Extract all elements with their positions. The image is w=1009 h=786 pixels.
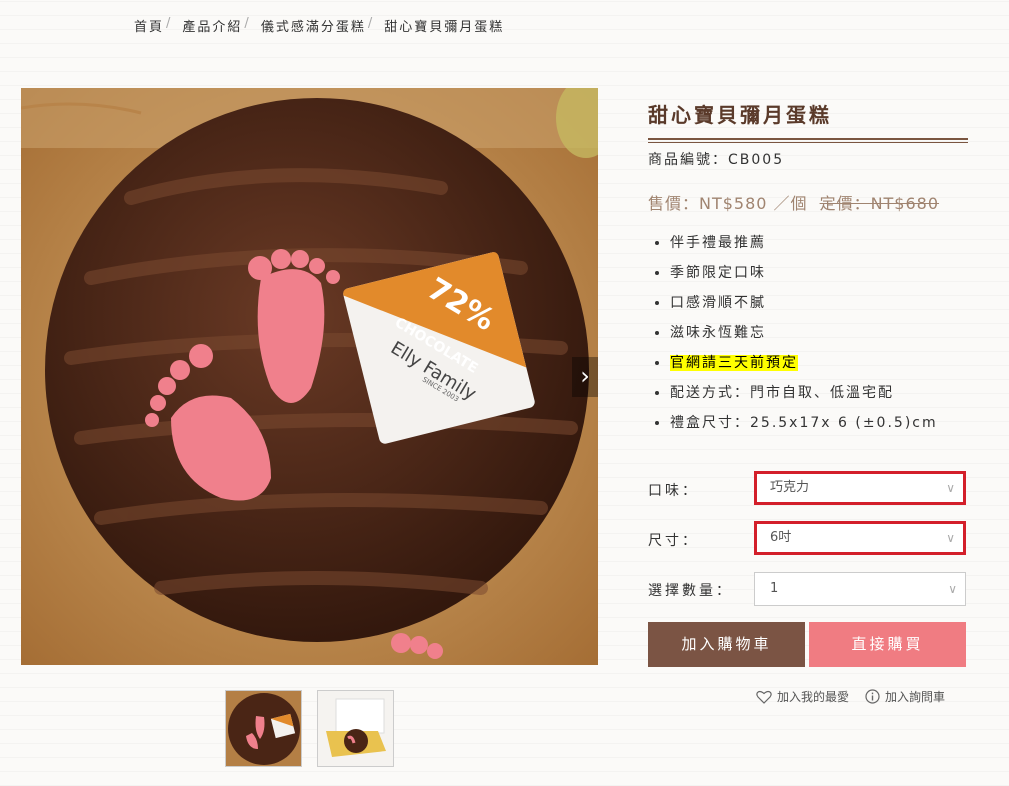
- feature-text: 伴手禮最推薦: [670, 235, 766, 251]
- add-favorite-link[interactable]: 加入我的最愛: [756, 688, 849, 705]
- feature-item: 滋味永恆難忘: [670, 323, 938, 353]
- original-price: 定價：NT$680: [819, 194, 940, 213]
- chevron-right-icon: ›: [580, 362, 590, 390]
- thumbnail-gift-box[interactable]: [317, 690, 394, 767]
- feature-item: 伴手禮最推薦: [670, 233, 938, 263]
- sale-price: 售價：NT$580 ／個: [648, 194, 808, 213]
- size-value: 6吋: [770, 530, 792, 545]
- product-code: 商品編號：CB005: [648, 152, 785, 168]
- feature-text: 禮盒尺寸：25.5x17x 6 (±0.5)cm: [670, 415, 938, 431]
- quantity-label: 選擇數量：: [648, 583, 733, 599]
- feature-item-highlighted: 官網請三天前預定: [670, 353, 938, 383]
- feature-text: 口感滑順不膩: [670, 295, 766, 311]
- breadcrumb-category[interactable]: 儀式感滿分蛋糕: [261, 16, 366, 35]
- chevron-down-icon: ∨: [946, 481, 955, 495]
- feature-item: 季節限定口味: [670, 263, 938, 293]
- add-favorite-label: 加入我的最愛: [777, 690, 850, 704]
- thumbnail-cake-top[interactable]: [225, 690, 302, 767]
- breadcrumb: 首頁 / 產品介紹 / 儀式感滿分蛋糕 / 甜心寶貝彌月蛋糕: [134, 16, 504, 35]
- buy-now-button[interactable]: 直接購買: [809, 622, 966, 667]
- size-select[interactable]: 6吋 ∨: [754, 521, 966, 555]
- feature-item: 配送方式：門市自取、低溫宅配: [670, 383, 938, 413]
- price-line: 售價：NT$580 ／個 定價：NT$680: [648, 190, 939, 214]
- product-title: 甜心寶貝彌月蛋糕: [648, 103, 832, 127]
- add-to-cart-button[interactable]: 加入購物車: [648, 622, 805, 667]
- breadcrumb-separator: /: [166, 16, 173, 31]
- breadcrumb-home[interactable]: 首頁: [134, 16, 164, 35]
- breadcrumb-products[interactable]: 產品介紹: [182, 16, 242, 35]
- thumbnail-image: [226, 691, 301, 766]
- feature-list: 伴手禮最推薦 季節限定口味 口感滑順不膩 滋味永恆難忘 官網請三天前預定 配送方…: [648, 233, 938, 443]
- add-inquiry-label: 加入詢問車: [885, 690, 946, 704]
- feature-text: 季節限定口味: [670, 265, 766, 281]
- chevron-down-icon: ∨: [946, 531, 955, 545]
- thumbnail-image: [318, 691, 393, 766]
- flavor-value: 巧克力: [770, 480, 810, 495]
- quantity-select[interactable]: 1 ∨: [754, 572, 966, 606]
- title-divider: [648, 138, 968, 140]
- breadcrumb-separator: /: [244, 16, 251, 31]
- title-divider-thin: [648, 142, 968, 143]
- feature-text: 官網請三天前預定: [670, 355, 798, 371]
- product-main-image: 72% CHOCOLATE Elly Family SINCE 2003 ›: [21, 88, 598, 665]
- chevron-down-icon: ∨: [948, 582, 957, 596]
- feature-text: 配送方式：門市自取、低溫宅配: [670, 385, 894, 401]
- cake-photo: 72% CHOCOLATE Elly Family SINCE 2003: [21, 88, 598, 665]
- thumbnail-strip: [225, 690, 394, 767]
- gallery-next-button[interactable]: ›: [572, 357, 598, 397]
- feature-text: 滋味永恆難忘: [670, 325, 766, 341]
- feature-item: 口感滑順不膩: [670, 293, 938, 323]
- info-icon: [865, 689, 880, 704]
- flavor-select[interactable]: 巧克力 ∨: [754, 471, 966, 505]
- add-inquiry-link[interactable]: 加入詢問車: [865, 688, 945, 705]
- size-label: 尺寸：: [648, 533, 699, 549]
- breadcrumb-separator: /: [367, 16, 375, 31]
- feature-item: 禮盒尺寸：25.5x17x 6 (±0.5)cm: [670, 413, 938, 443]
- flavor-label: 口味：: [648, 483, 699, 499]
- quantity-value: 1: [770, 581, 779, 596]
- breadcrumb-current: 甜心寶貝彌月蛋糕: [384, 20, 505, 35]
- secondary-actions: 加入我的最愛 加入詢問車: [756, 688, 945, 705]
- heart-icon: [756, 690, 772, 704]
